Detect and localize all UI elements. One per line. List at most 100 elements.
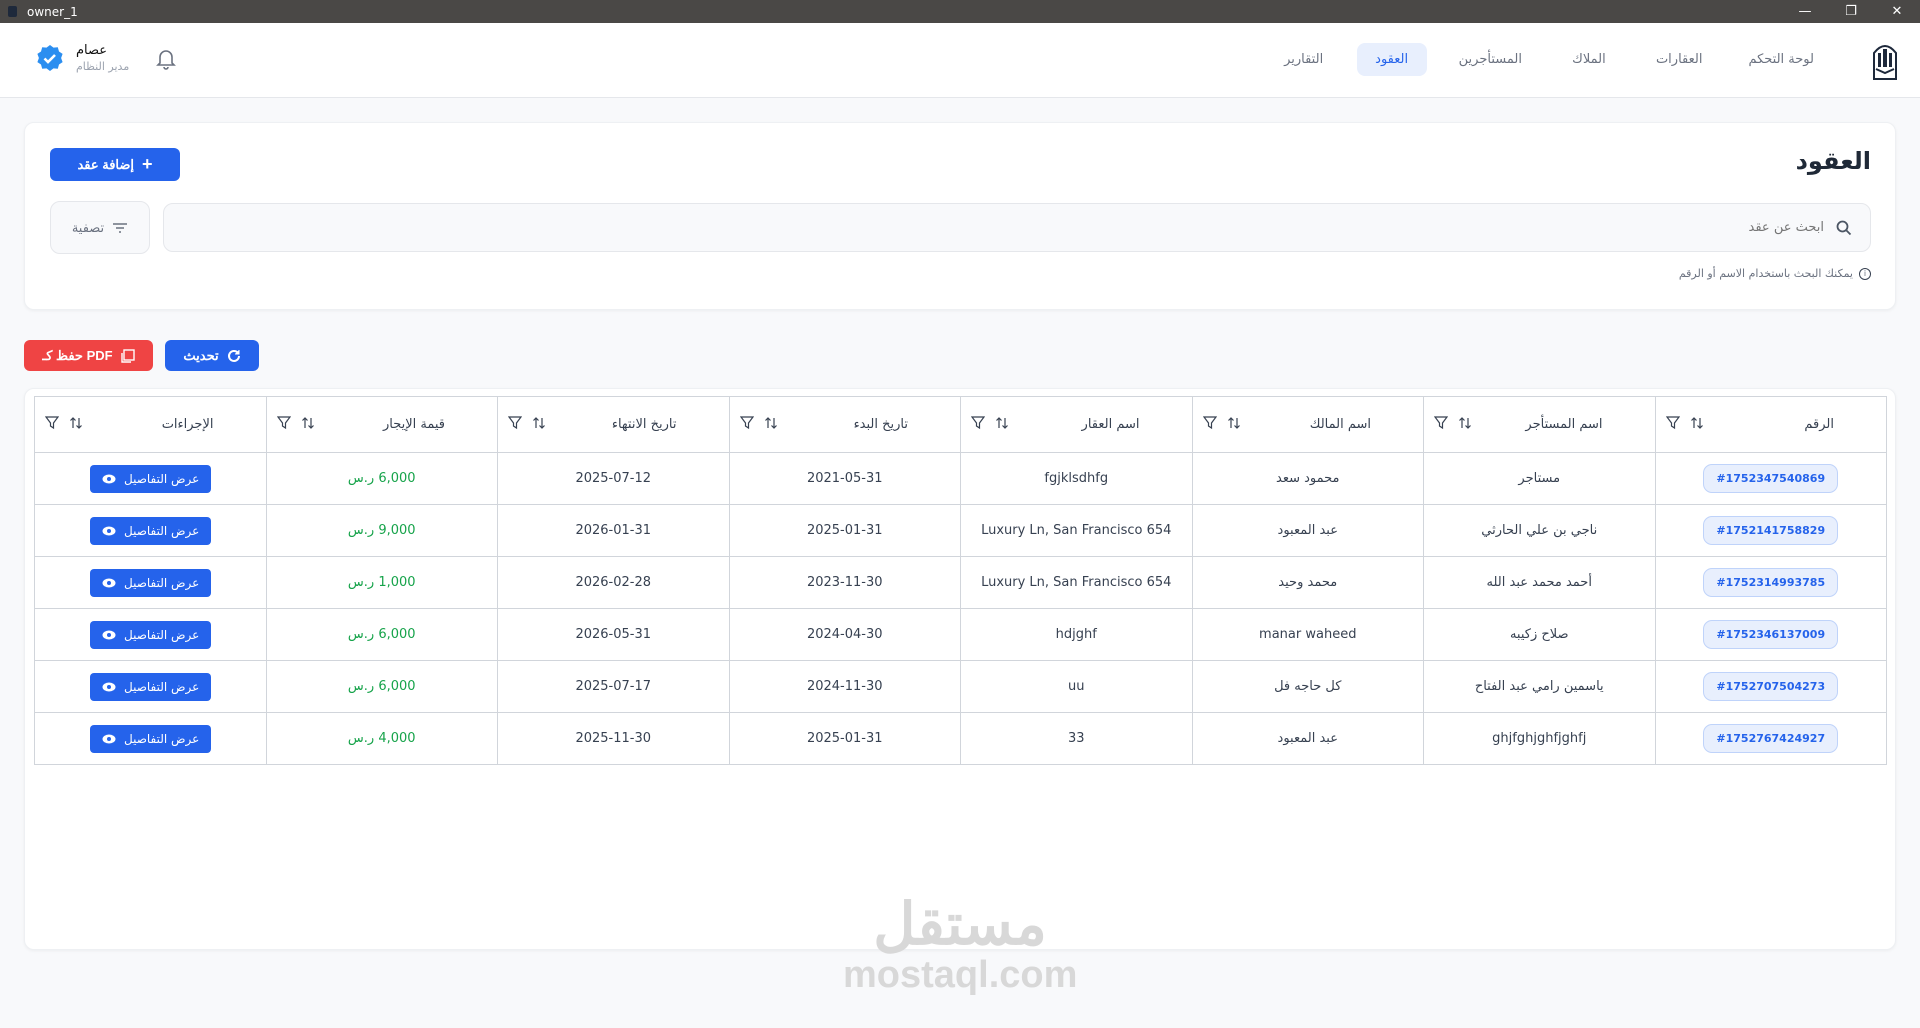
view-details-button[interactable]: عرض التفاصيل — [90, 620, 212, 649]
contract-id-badge[interactable]: #1752346137009 — [1703, 620, 1839, 649]
contract-id-badge[interactable]: #1752141758829 — [1703, 516, 1839, 545]
view-details-button[interactable]: عرض التفاصيل — [90, 464, 212, 493]
view-details-button[interactable]: عرض التفاصيل — [90, 672, 212, 701]
cell-tenant: ناجي بن علي الحارثي — [1423, 504, 1656, 557]
cell-start-date: 2021-05-31 — [728, 452, 961, 505]
watermark-ar: مستقل — [873, 892, 1047, 957]
close-icon[interactable]: ✕ — [1874, 4, 1920, 19]
nav-reports[interactable]: التقارير — [1269, 43, 1339, 76]
column-label: اسم المالك — [1309, 417, 1371, 432]
page-title: العقود — [1795, 147, 1871, 175]
contracts-table: الرقم اسم المستأجر اسم المالك اسم العقار تار… — [34, 396, 1887, 765]
window-title: owner_1 — [27, 4, 78, 19]
table-row: #1752346137009 صلاح زكيبه manar waheed hdjg… — [34, 608, 1887, 661]
pdf-file-icon — [120, 348, 135, 363]
save-pdf-button[interactable]: حفظ كـ PDF — [24, 340, 153, 371]
cell-rent: 6,000 ر.س — [265, 452, 498, 505]
cell-owner: عبد المعبود — [1191, 504, 1424, 557]
column-header-owner-name[interactable]: اسم المالك — [1191, 396, 1424, 453]
cell-id: #1752767424927 — [1654, 712, 1887, 765]
user-profile[interactable]: عصام مدير النظام — [36, 43, 129, 73]
filter-icon[interactable] — [1202, 416, 1217, 430]
view-details-button[interactable]: عرض التفاصيل — [90, 724, 212, 753]
table-row: #1752347540869 مستاجر محمود سعد fgjklsdhfg 2… — [34, 452, 1887, 505]
contract-id-badge[interactable]: #1752707504273 — [1703, 672, 1839, 701]
cell-id: #1752314993785 — [1654, 556, 1887, 609]
sort-icon[interactable] — [301, 416, 315, 430]
cell-actions: عرض التفاصيل — [34, 556, 267, 609]
cell-start-date: 2025-01-31 — [728, 504, 961, 557]
column-header-id[interactable]: الرقم — [1654, 396, 1887, 453]
view-details-button[interactable]: عرض التفاصيل — [90, 516, 212, 545]
column-header-actions[interactable]: الإجراءات — [34, 396, 267, 453]
add-contract-button[interactable]: إضافة عقد + — [50, 148, 180, 181]
cell-tenant: ghjfghjghfjghfj — [1423, 712, 1656, 765]
filter-icon[interactable] — [971, 416, 985, 430]
filter-icon[interactable] — [1665, 416, 1680, 430]
contract-id-badge[interactable]: #1752767424927 — [1703, 724, 1839, 753]
search-input[interactable] — [164, 220, 1824, 235]
column-header-end-date[interactable]: تاريخ الانتهاء — [497, 396, 730, 453]
nav-tenants[interactable]: المستأجرين — [1445, 43, 1536, 76]
nav-contracts[interactable]: العقود — [1356, 43, 1427, 76]
filter-icon[interactable] — [45, 416, 59, 430]
search-hint-text: يمكنك البحث باستخدام الاسم أو الرقم — [1678, 267, 1853, 280]
eye-icon — [102, 734, 116, 743]
main-nav: لوحة التحكم العقارات الملاك المستأجرين ا… — [1269, 43, 1828, 76]
cell-actions: عرض التفاصيل — [34, 712, 267, 765]
eye-icon — [102, 474, 116, 483]
cell-rent: 9,000 ر.س — [265, 504, 498, 557]
sort-icon[interactable] — [1458, 416, 1472, 430]
cell-end-date: 2026-02-28 — [497, 556, 730, 609]
cell-start-date: 2024-04-30 — [728, 608, 961, 661]
refresh-icon — [227, 349, 240, 362]
filter-icon[interactable] — [276, 416, 291, 430]
sort-icon[interactable] — [1227, 416, 1241, 430]
filter-icon[interactable] — [739, 416, 754, 430]
refresh-button[interactable]: تحديث — [165, 340, 259, 371]
sort-icon[interactable] — [69, 416, 83, 430]
nav-owners[interactable]: الملاك — [1554, 43, 1624, 76]
plus-icon: + — [142, 154, 153, 174]
view-details-label: عرض التفاصيل — [124, 679, 200, 694]
eye-icon — [102, 682, 116, 691]
column-header-tenant-name[interactable]: اسم المستأجر — [1423, 396, 1656, 453]
column-header-rent-value[interactable]: قيمة الإيجار — [265, 396, 498, 453]
minimize-icon[interactable]: — — [1782, 4, 1828, 19]
contract-id-badge[interactable]: #1752347540869 — [1703, 464, 1839, 493]
sort-icon[interactable] — [995, 416, 1009, 430]
cell-end-date: 2025-07-12 — [497, 452, 730, 505]
cell-id: #1752346137009 — [1654, 608, 1887, 661]
cell-property: uu — [960, 660, 1193, 713]
user-name: عصام — [76, 43, 108, 58]
view-details-button[interactable]: عرض التفاصيل — [90, 568, 212, 597]
filter-button[interactable]: تصفية — [50, 201, 150, 254]
bell-icon[interactable] — [156, 48, 176, 70]
search-box — [163, 203, 1871, 252]
table-header-row: الرقم اسم المستأجر اسم المالك اسم العقار تار… — [34, 396, 1887, 453]
sort-icon[interactable] — [1690, 416, 1704, 430]
add-contract-label: إضافة عقد — [77, 156, 135, 172]
cell-end-date: 2025-11-30 — [497, 712, 730, 765]
filter-icon[interactable] — [508, 416, 522, 430]
table-row: #1752141758829 ناجي بن علي الحارثي عبد الم… — [34, 504, 1887, 557]
cell-property: 33 — [960, 712, 1193, 765]
mostaql-watermark: مستقل mostaql.com — [843, 892, 1077, 996]
column-header-start-date[interactable]: تاريخ البدء — [728, 396, 961, 453]
sort-icon[interactable] — [532, 416, 546, 430]
contracts-search-card: العقود إضافة عقد + تصفية i يمكنك البحث ب… — [24, 122, 1896, 310]
cell-end-date: 2026-01-31 — [497, 504, 730, 557]
column-label: قيمة الإيجار — [382, 417, 445, 432]
cell-rent: 6,000 ر.س — [265, 608, 498, 661]
restore-icon[interactable]: ❐ — [1828, 4, 1874, 19]
verified-badge-icon — [37, 45, 63, 71]
nav-properties[interactable]: العقارات — [1642, 43, 1717, 76]
view-details-label: عرض التفاصيل — [124, 471, 200, 486]
column-header-property-name[interactable]: اسم العقار — [960, 396, 1193, 453]
cell-owner: محمود سعد — [1191, 452, 1424, 505]
filter-icon[interactable] — [1434, 416, 1448, 430]
nav-dashboard[interactable]: لوحة التحكم — [1734, 43, 1828, 76]
sort-icon[interactable] — [764, 416, 778, 430]
contract-id-badge[interactable]: #1752314993785 — [1703, 568, 1839, 597]
column-label: الرقم — [1804, 417, 1834, 432]
